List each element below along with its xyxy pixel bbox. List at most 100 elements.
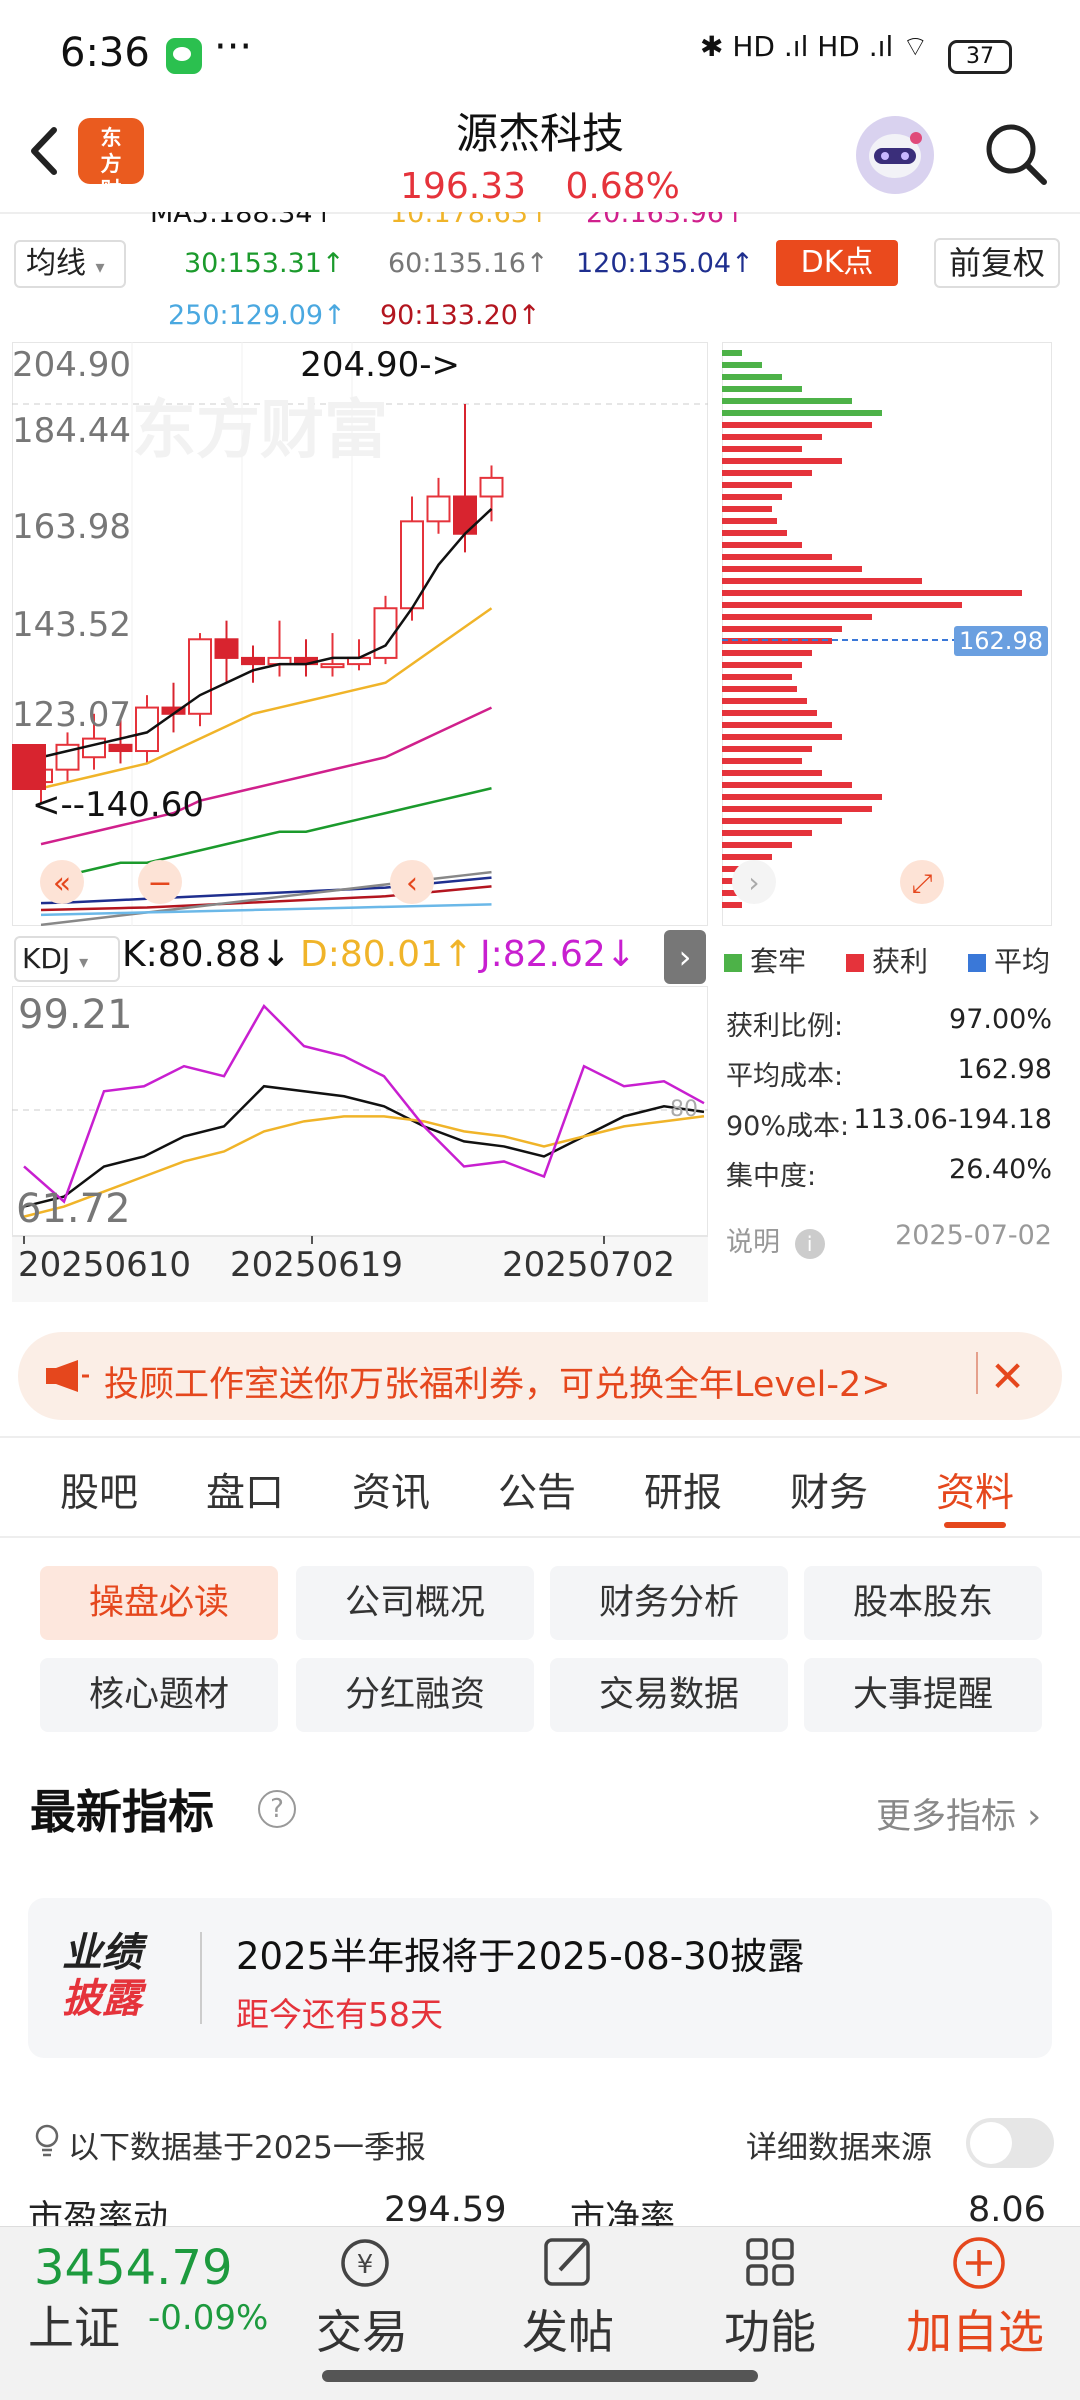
subtab-trading-must-read[interactable]: 操盘必读: [40, 1566, 278, 1640]
subtab-trading-data[interactable]: 交易数据: [550, 1658, 788, 1732]
info-icon[interactable]: i: [794, 1229, 825, 1259]
candle: [135, 706, 159, 753]
chip-bar: [722, 818, 842, 824]
add-watch-icon[interactable]: [948, 2232, 1010, 2294]
expand-icon[interactable]: ⤢: [912, 869, 933, 899]
stat-label: 获利比例:: [726, 1011, 844, 1042]
report-badge: 业绩 披露: [62, 1930, 142, 2022]
legend-profit-label: 获利: [872, 945, 929, 978]
badge-line2: 披露: [62, 1976, 142, 2022]
nav-functions[interactable]: 功能: [724, 2296, 816, 2362]
tab-finance[interactable]: 财务: [790, 1462, 868, 1518]
chip-bar: [722, 734, 842, 740]
subtab-shareholders[interactable]: 股本股东: [804, 1566, 1042, 1640]
help-icon[interactable]: ?: [258, 1790, 296, 1828]
chip-bar: [722, 362, 762, 368]
kline-tick-label: 184.44: [12, 411, 131, 451]
avg-cost-label: 162.98: [959, 627, 1043, 655]
close-icon[interactable]: ✕: [990, 1352, 1025, 1401]
stat-label: 集中度:: [726, 1161, 817, 1192]
dk-point-label: DK点: [800, 245, 874, 280]
zoom-out-icon[interactable]: −: [147, 866, 172, 901]
kline-tick-label: 143.52: [12, 605, 131, 645]
tab-profile[interactable]: 资料: [936, 1462, 1014, 1518]
chip-bar: [722, 782, 852, 788]
chip-bar: [722, 662, 802, 668]
candle: [241, 656, 265, 666]
nav-post[interactable]: 发帖: [522, 2296, 614, 2362]
date-label-3: 20250702: [502, 1245, 675, 1285]
more-indicators-link[interactable]: 更多指标 ›: [876, 1788, 1041, 1839]
chip-bar: [722, 686, 797, 692]
chip-bar: [722, 842, 792, 848]
next-icon[interactable]: ›: [748, 866, 759, 899]
report-title: 2025半年报将于2025-08-30披露: [236, 1935, 805, 1978]
kdj-selector[interactable]: KDJ ▾: [14, 936, 120, 982]
tab-guba[interactable]: 股吧: [60, 1462, 138, 1518]
kline-chart[interactable]: 东方财富 204.90 184.44 163.98 143.52 123.07 204.…: [12, 342, 708, 926]
nav-trade[interactable]: 交易: [316, 2296, 408, 2362]
banner-text[interactable]: 投顾工作室送你万张福利券，可兑换全年Level-2>: [104, 1356, 891, 1407]
high-marker: 204.90->: [300, 345, 460, 385]
stat-value: 162.98: [957, 1054, 1052, 1085]
kline-tick-label: 163.98: [12, 507, 131, 547]
stat-profit-ratio: 获利比例: 97.00%: [726, 1004, 1052, 1043]
chip-bar: [722, 434, 822, 440]
post-icon[interactable]: [538, 2232, 600, 2294]
trade-icon[interactable]: ¥: [334, 2232, 396, 2294]
chip-bar: [722, 422, 872, 428]
chip-bar: [722, 590, 1022, 596]
tab-research[interactable]: 研报: [644, 1462, 722, 1518]
index-change[interactable]: -0.09%: [148, 2298, 268, 2338]
subtab-financial-analysis[interactable]: 财务分析: [550, 1566, 788, 1640]
ma60-value: 60:135.16↑: [388, 248, 549, 279]
candle: [188, 638, 212, 715]
back-icon[interactable]: ‹: [406, 866, 418, 901]
robot-assistant-icon[interactable]: [856, 116, 934, 194]
low-marker: <--140.60: [32, 785, 204, 825]
chip-bar: [722, 482, 792, 488]
chip-bar: [722, 602, 962, 608]
index-value[interactable]: 3454.79: [34, 2240, 233, 2296]
bluetooth-icon: ✱: [700, 30, 724, 63]
tab-news[interactable]: 资讯: [352, 1462, 430, 1518]
kdj-chart[interactable]: 99.21 61.72 80 20250610 20250619 2025070…: [12, 986, 708, 1302]
chip-bar: [722, 794, 882, 800]
signal-icons: ✱ HD .ıl HD .ıl ⌔: [700, 30, 928, 65]
index-name[interactable]: 上证: [28, 2292, 120, 2358]
kline-tick-label: 204.90: [12, 345, 131, 385]
chip-bar: [722, 458, 842, 464]
subtab-company-overview[interactable]: 公司概况: [296, 1566, 534, 1640]
ma250-value: 250:129.09↑: [168, 300, 346, 331]
adjust-button[interactable]: 前复权: [934, 238, 1060, 288]
tab-pankou[interactable]: 盘口: [206, 1462, 284, 1518]
chip-bar: [722, 758, 802, 764]
chip-bar: [722, 722, 832, 728]
kdj-k-value: K:80.88↓: [122, 934, 291, 975]
ma-selector-label: 均线: [26, 246, 86, 281]
data-source-toggle[interactable]: [966, 2118, 1054, 2168]
tab-announcement[interactable]: 公告: [498, 1462, 576, 1518]
battery-icon: 37: [948, 40, 1012, 74]
legend-average: 平均: [968, 940, 1050, 980]
expand-indicator-button[interactable]: ›: [664, 930, 706, 984]
chip-bar: [722, 626, 842, 632]
prev-icon[interactable]: «: [53, 866, 71, 901]
chip-bar: [722, 650, 812, 656]
chip-distribution-chart[interactable]: 162.98 › ⤢: [722, 342, 1052, 926]
stat-value: 113.06-194.18: [853, 1104, 1052, 1135]
subtab-core-themes[interactable]: 核心题材: [40, 1658, 278, 1732]
search-icon[interactable]: [978, 116, 1054, 192]
banner-text-clip: 投顾工作室送你万张福利券，可兑换全年Level-2>: [104, 1340, 964, 1412]
report-divider: [200, 1932, 202, 2024]
explain-row[interactable]: 说明 i 2025-07-02: [726, 1220, 1052, 1259]
ma-selector[interactable]: 均线 ▾: [14, 240, 126, 288]
subtab-events[interactable]: 大事提醒: [804, 1658, 1042, 1732]
nav-add-watch[interactable]: 加自选: [906, 2296, 1044, 2362]
dk-point-button[interactable]: DK点: [776, 240, 898, 286]
chip-bar: [722, 494, 782, 500]
stat-label: 平均成本:: [726, 1061, 844, 1092]
candle: [320, 663, 345, 669]
subtab-dividend-financing[interactable]: 分红融资: [296, 1658, 534, 1732]
functions-icon[interactable]: [740, 2232, 802, 2294]
